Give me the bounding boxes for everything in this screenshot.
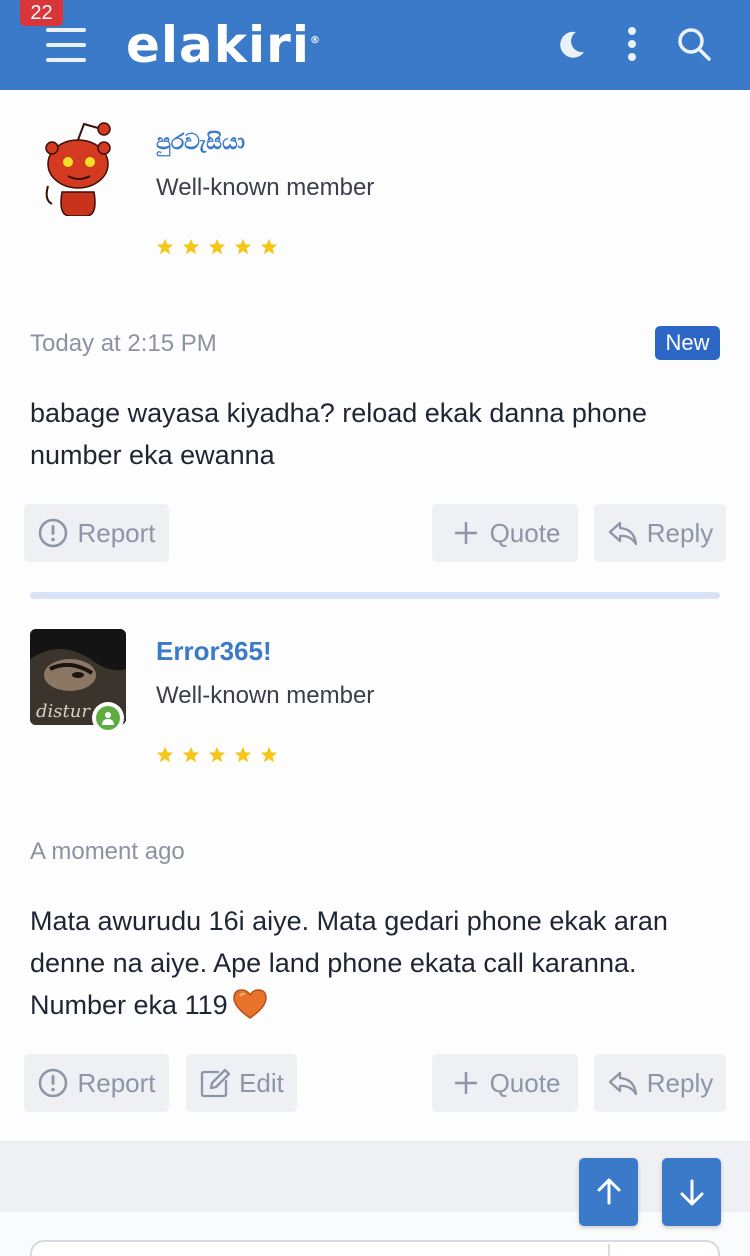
reply-icon	[608, 521, 637, 546]
star-icon	[182, 238, 200, 255]
post-author-name[interactable]: Error365!	[156, 636, 272, 667]
site-logo[interactable]: elakiri®	[126, 16, 321, 74]
reply-icon	[608, 1071, 637, 1096]
alert-circle-icon	[39, 518, 68, 548]
post-author-title: Well-known member	[156, 682, 375, 709]
plus-icon	[454, 1072, 477, 1094]
avatar-caption: distur	[36, 701, 91, 722]
notification-count-badge[interactable]: 22	[20, 0, 63, 26]
star-icon	[182, 746, 200, 763]
thread-posts: පුරවැසියා Well-known member Today at 2:1…	[0, 90, 750, 1142]
star-icon	[208, 746, 226, 763]
scroll-to-bottom-button[interactable]	[662, 1158, 721, 1226]
reply-box-divider	[608, 1244, 610, 1256]
report-label: Report	[77, 517, 156, 548]
report-label: Report	[77, 1067, 156, 1098]
star-icon	[156, 746, 174, 763]
star-icon	[260, 746, 278, 763]
quick-reply-box[interactable]	[30, 1240, 720, 1256]
moon-icon[interactable]	[552, 24, 592, 64]
edit-icon	[200, 1068, 231, 1098]
post-author-name[interactable]: පුරවැසියා	[156, 130, 245, 155]
post-timestamp[interactable]: Today at 2:15 PM	[30, 330, 217, 358]
post-divider	[30, 592, 720, 599]
post-author-title: Well-known member	[156, 174, 375, 201]
report-button[interactable]: Report	[24, 1054, 169, 1112]
user-avatar-reddit-alien[interactable]	[30, 120, 126, 216]
menu-icon[interactable]	[46, 28, 86, 62]
star-icon	[234, 746, 252, 763]
reply-label: Reply	[646, 517, 714, 548]
quote-label: Quote	[489, 517, 561, 548]
reply-label: Reply	[646, 1067, 714, 1098]
star-icon	[260, 238, 278, 255]
reply-button[interactable]: Reply	[594, 1054, 726, 1112]
post-timestamp[interactable]: A moment ago	[30, 838, 185, 866]
post-message: babage wayasa kiyadha? reload ekak danna…	[30, 398, 647, 470]
person-icon	[102, 712, 114, 725]
scroll-to-top-button[interactable]	[579, 1158, 638, 1226]
arrow-down-icon	[680, 1179, 704, 1206]
star-icon	[234, 238, 252, 255]
edit-label: Edit	[239, 1067, 284, 1098]
post-message: Mata awurudu 16i aiye. Mata gedari phone…	[30, 900, 730, 1026]
new-post-badge: New	[655, 326, 720, 360]
orange-heart-icon	[232, 989, 267, 1019]
quote-label: Quote	[489, 1067, 561, 1098]
reply-button[interactable]: Reply	[594, 504, 726, 562]
more-vertical-icon[interactable]	[612, 24, 652, 64]
star-icon	[208, 238, 226, 255]
quote-button[interactable]: Quote	[432, 1054, 578, 1112]
report-button[interactable]: Report	[24, 504, 169, 562]
post-message-text: Mata awurudu 16i aiye. Mata gedari phone…	[30, 906, 668, 1020]
online-status-indicator	[92, 702, 124, 734]
user-rating-stars	[156, 238, 278, 258]
search-icon[interactable]	[674, 24, 714, 64]
edit-button[interactable]: Edit	[186, 1054, 297, 1112]
user-rating-stars	[156, 746, 278, 766]
alert-circle-icon	[39, 1068, 68, 1098]
top-header: 22 elakiri®	[0, 0, 750, 90]
star-icon	[156, 238, 174, 255]
arrow-up-icon	[597, 1178, 621, 1205]
quote-button[interactable]: Quote	[432, 504, 578, 562]
plus-icon	[454, 522, 477, 544]
